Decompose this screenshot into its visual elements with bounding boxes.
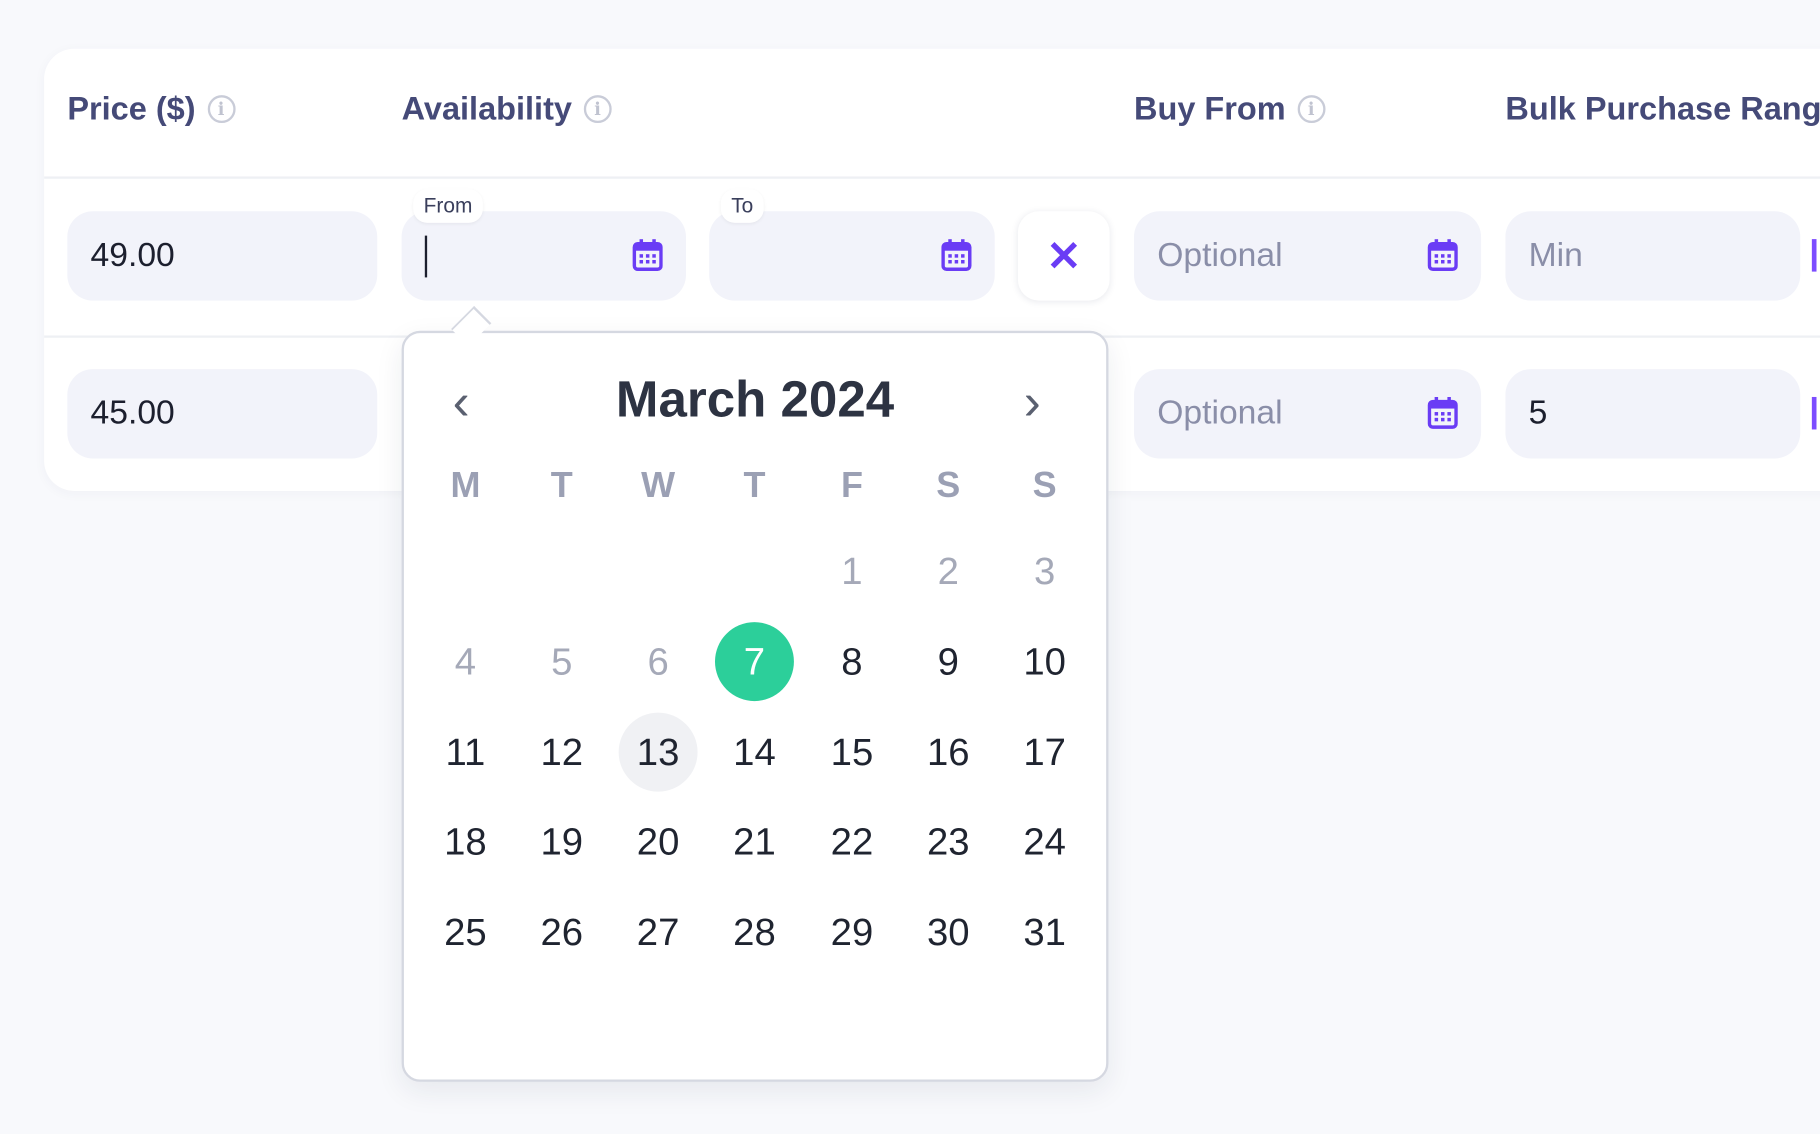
- day-cell: 5: [551, 639, 573, 683]
- bulk-min-input[interactable]: 5: [1505, 369, 1801, 459]
- day-cell[interactable]: 21: [715, 802, 794, 881]
- day-cell: 2: [937, 549, 959, 592]
- page: Price ($) i Availability i Buy From i Bulk …: [0, 0, 1820, 1134]
- calendar-icon[interactable]: [1427, 239, 1458, 272]
- price-value: 49.00: [90, 236, 175, 274]
- weekday-label: M: [450, 464, 481, 505]
- header-label: Buy From: [1134, 90, 1286, 127]
- day-cell: 4: [454, 639, 477, 683]
- day-cell[interactable]: 29: [812, 893, 891, 972]
- day-cell[interactable]: 10: [1005, 622, 1084, 701]
- info-icon[interactable]: i: [583, 95, 612, 124]
- to-label: To: [720, 189, 764, 223]
- clear-availability-button[interactable]: ✕: [1017, 211, 1110, 301]
- day-cell[interactable]: 27: [619, 893, 698, 972]
- day-cell[interactable]: 13: [618, 712, 698, 792]
- day-cell-selected[interactable]: 7: [714, 622, 794, 702]
- day-cell[interactable]: 25: [426, 893, 505, 972]
- buy-from-input[interactable]: Optional: [1134, 211, 1482, 301]
- day-cell[interactable]: 17: [1005, 713, 1084, 792]
- day-cell[interactable]: 24: [1005, 802, 1084, 881]
- calendar-icon[interactable]: [1427, 396, 1458, 429]
- day-cell[interactable]: 8: [812, 622, 891, 701]
- calendar-icon[interactable]: [632, 239, 663, 272]
- text-cursor: [424, 235, 428, 277]
- price-input[interactable]: 49.00: [67, 211, 378, 301]
- availability-from-input[interactable]: [401, 211, 686, 301]
- info-icon[interactable]: i: [1297, 95, 1326, 124]
- day-cell: 1: [841, 549, 863, 592]
- chevron-left-icon[interactable]: ‹: [453, 374, 470, 432]
- day-cell: 6: [647, 639, 669, 683]
- availability-to-input[interactable]: [709, 211, 995, 301]
- day-cell[interactable]: 15: [812, 713, 891, 792]
- day-cell[interactable]: 9: [909, 622, 988, 701]
- weekday-label: T: [550, 464, 573, 505]
- weekday-label: F: [840, 464, 863, 505]
- divider: [44, 176, 1820, 179]
- day-cell[interactable]: 30: [909, 893, 988, 972]
- close-icon: ✕: [1046, 231, 1082, 280]
- day-cell[interactable]: 14: [715, 713, 794, 792]
- placeholder: Optional: [1157, 236, 1283, 274]
- from-label: From: [413, 189, 483, 223]
- day-cell[interactable]: 18: [426, 802, 505, 881]
- price-value: 45.00: [90, 394, 175, 432]
- day-cell[interactable]: 20: [619, 802, 698, 881]
- header-buy-from: Buy From i: [1134, 90, 1326, 128]
- bulk-range-separator: [1811, 239, 1817, 272]
- weekday-label: W: [641, 464, 676, 505]
- day-cell[interactable]: 12: [522, 713, 601, 792]
- info-icon[interactable]: i: [207, 95, 236, 124]
- header-label: Price ($): [67, 90, 196, 127]
- weekday-label: S: [1032, 464, 1057, 505]
- day-cell[interactable]: 31: [1005, 893, 1084, 972]
- day-cell[interactable]: 26: [522, 893, 601, 972]
- day-cell[interactable]: 22: [812, 802, 891, 881]
- bulk-range-separator: [1811, 396, 1817, 430]
- price-input[interactable]: 45.00: [67, 369, 378, 459]
- day-cell[interactable]: 16: [909, 713, 988, 792]
- header-label: Availability: [401, 90, 572, 127]
- header-bulk-purchase-range: Bulk Purchase Range: [1505, 91, 1820, 128]
- day-cell[interactable]: 23: [909, 802, 988, 881]
- weekday-label: T: [743, 464, 766, 505]
- day-cell[interactable]: 19: [522, 802, 601, 881]
- placeholder: Min: [1528, 236, 1583, 274]
- bulk-min-input[interactable]: Min: [1505, 211, 1801, 301]
- chevron-right-icon[interactable]: ›: [1024, 374, 1041, 432]
- header-availability: Availability i: [402, 91, 612, 128]
- day-cell[interactable]: 28: [715, 893, 794, 972]
- month-label: March 2024: [615, 371, 895, 429]
- weekday-label: S: [936, 464, 961, 505]
- header-price: Price ($) i: [67, 90, 236, 128]
- calendar-icon[interactable]: [941, 239, 972, 272]
- bulk-min-value: 5: [1528, 394, 1548, 432]
- header-label: Bulk Purchase Range: [1505, 90, 1820, 127]
- placeholder: Optional: [1157, 394, 1283, 432]
- day-cell[interactable]: 11: [426, 713, 505, 792]
- buy-from-input[interactable]: Optional: [1134, 369, 1482, 459]
- day-cell: 3: [1033, 549, 1056, 592]
